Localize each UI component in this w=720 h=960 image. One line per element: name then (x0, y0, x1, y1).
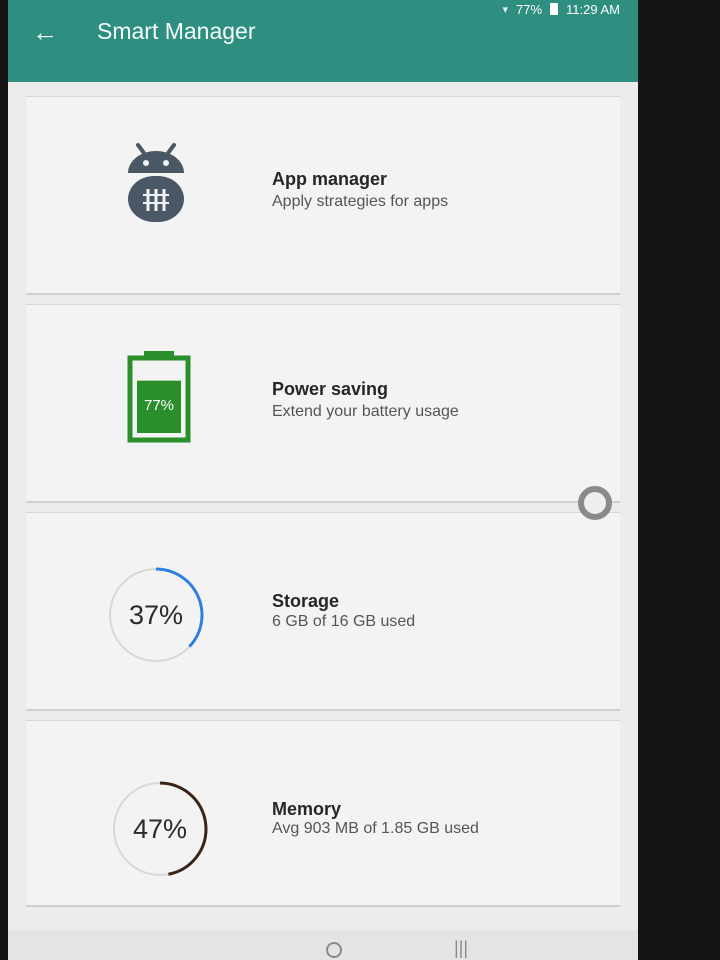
page-title: Smart Manager (97, 18, 256, 44)
memory-title: Memory (272, 799, 342, 819)
app-bar: ▾ 77% 11:29 AM ← Smart Manager (8, 0, 638, 82)
battery-icon: 77% (126, 349, 192, 445)
status-bar: ▾ 77% 11:29 AM (502, 0, 620, 18)
storage-percent: 37% (128, 599, 184, 630)
app-manager-card[interactable]: App manager Apply strategies for apps (26, 96, 620, 293)
storage-card[interactable]: 37% Storage 6 GB of 16 GB used (26, 512, 620, 709)
navigation-bar: ||| (8, 930, 638, 960)
memory-ring: 47% (108, 777, 212, 881)
memory-subtitle: Avg 903 MB of 1.85 GB used (272, 820, 479, 837)
android-icon (124, 139, 188, 231)
clock: 11:29 AM (566, 1, 620, 17)
battery-level-label: 77% (143, 396, 175, 414)
power-saving-card[interactable]: 77% Power saving Extend your battery usa… (26, 304, 620, 501)
screen: ▾ 77% 11:29 AM ← Smart Manager App manag… (8, 0, 638, 960)
storage-subtitle: 6 GB of 16 GB used (272, 613, 416, 630)
memory-percent: 47% (132, 813, 188, 844)
storage-ring: 37% (104, 563, 208, 667)
back-arrow-icon[interactable]: ← (28, 14, 62, 50)
battery-percent: 77% (516, 1, 543, 17)
app-manager-subtitle: Apply strategies for apps (272, 193, 449, 210)
power-saving-subtitle: Extend your battery usage (272, 403, 459, 420)
memory-card[interactable]: 47% Memory Avg 903 MB of 1.85 GB used (26, 720, 620, 905)
power-saving-title: Power saving (272, 379, 389, 399)
battery-status-icon (550, 3, 559, 15)
floating-handle[interactable] (578, 486, 612, 520)
recents-button-icon[interactable]: ||| (454, 938, 468, 959)
home-button-icon[interactable] (326, 942, 342, 958)
app-manager-title: App manager (272, 169, 388, 189)
wifi-icon: ▾ (502, 3, 508, 16)
storage-title: Storage (272, 591, 340, 611)
